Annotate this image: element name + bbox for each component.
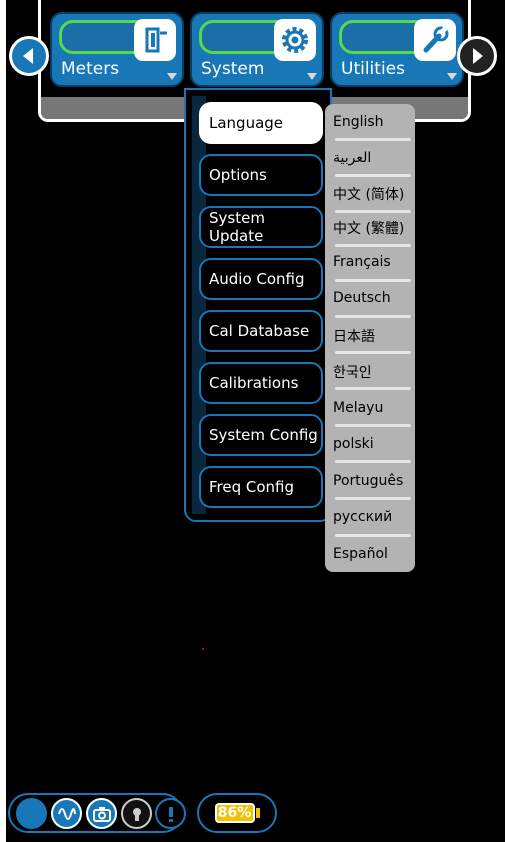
menu-item-label: Calibrations <box>209 374 299 392</box>
menu-item-system-config[interactable]: System Config <box>199 414 323 456</box>
tab-label: Meters <box>61 59 120 79</box>
chevron-down-icon <box>167 73 177 80</box>
menu-item-language[interactable]: Language <box>199 102 323 144</box>
tab-meters[interactable]: Meters <box>50 12 184 87</box>
divider <box>335 351 411 354</box>
battery-percent: 86% <box>217 805 252 821</box>
battery-nub <box>255 808 260 818</box>
divider <box>335 497 411 500</box>
tab-utilities[interactable]: Utilities <box>330 12 464 87</box>
divider <box>335 244 411 247</box>
divider <box>335 279 411 282</box>
menu-item-system-update[interactable]: System Update <box>199 206 323 248</box>
divider <box>335 424 411 427</box>
menu-item-label: Audio Config <box>209 270 305 288</box>
gear-icon <box>274 19 316 61</box>
waveform-icon[interactable] <box>51 798 82 829</box>
wrench-icon <box>414 19 456 61</box>
divider <box>335 315 411 318</box>
language-option[interactable]: Melayu <box>333 400 383 416</box>
menu-item-label: Freq Config <box>209 478 295 496</box>
language-option[interactable]: polski <box>333 436 374 452</box>
chevron-down-icon <box>307 73 317 80</box>
divider <box>335 387 411 390</box>
tab-system[interactable]: System <box>190 12 324 87</box>
battery-indicator[interactable]: 86% <box>197 793 277 833</box>
divider <box>335 534 411 537</box>
language-option[interactable]: English <box>333 114 384 130</box>
language-option[interactable]: 한국인 <box>333 362 372 382</box>
tab-label: System <box>201 59 265 79</box>
language-option[interactable]: русский <box>333 509 392 525</box>
menu-item-label: System Config <box>209 426 318 444</box>
arrow-left-icon <box>23 48 33 64</box>
language-option[interactable]: Português <box>333 473 403 489</box>
divider <box>335 138 411 141</box>
menu-item-freq-config[interactable]: Freq Config <box>199 466 323 508</box>
status-indicator-icon[interactable] <box>16 798 47 829</box>
language-option[interactable]: 日本語 <box>333 326 375 346</box>
camera-icon[interactable] <box>86 798 117 829</box>
lock-icon[interactable] <box>121 798 152 829</box>
alert-icon[interactable] <box>155 798 186 829</box>
menu-item-label: Language <box>209 114 284 132</box>
cursor-dot <box>202 648 204 650</box>
arrow-right-icon <box>473 48 483 64</box>
chevron-down-icon <box>447 73 457 80</box>
nav-right-button[interactable] <box>457 36 497 76</box>
language-option[interactable]: Français <box>333 254 391 270</box>
menu-item-audio-config[interactable]: Audio Config <box>199 258 323 300</box>
language-option[interactable]: Deutsch <box>333 290 391 306</box>
divider <box>335 460 411 463</box>
menu-item-label: Options <box>209 166 267 184</box>
menu-item-label: System Update <box>209 209 265 245</box>
language-option[interactable]: العربية <box>333 150 371 166</box>
language-option[interactable]: Español <box>333 546 388 562</box>
language-option[interactable]: 中文 (繁體) <box>333 218 404 238</box>
battery-icon: 86% <box>214 803 255 823</box>
nav-left-button[interactable] <box>9 36 49 76</box>
divider <box>335 174 411 177</box>
menu-item-label: Cal Database <box>209 322 310 340</box>
meter-icon <box>134 19 176 61</box>
menu-item-calibrations[interactable]: Calibrations <box>199 362 323 404</box>
tab-label: Utilities <box>341 59 405 79</box>
menu-item-cal-database[interactable]: Cal Database <box>199 310 323 352</box>
divider <box>335 210 411 213</box>
language-option[interactable]: 中文 (简体) <box>333 184 404 204</box>
menu-item-options[interactable]: Options <box>199 154 323 196</box>
